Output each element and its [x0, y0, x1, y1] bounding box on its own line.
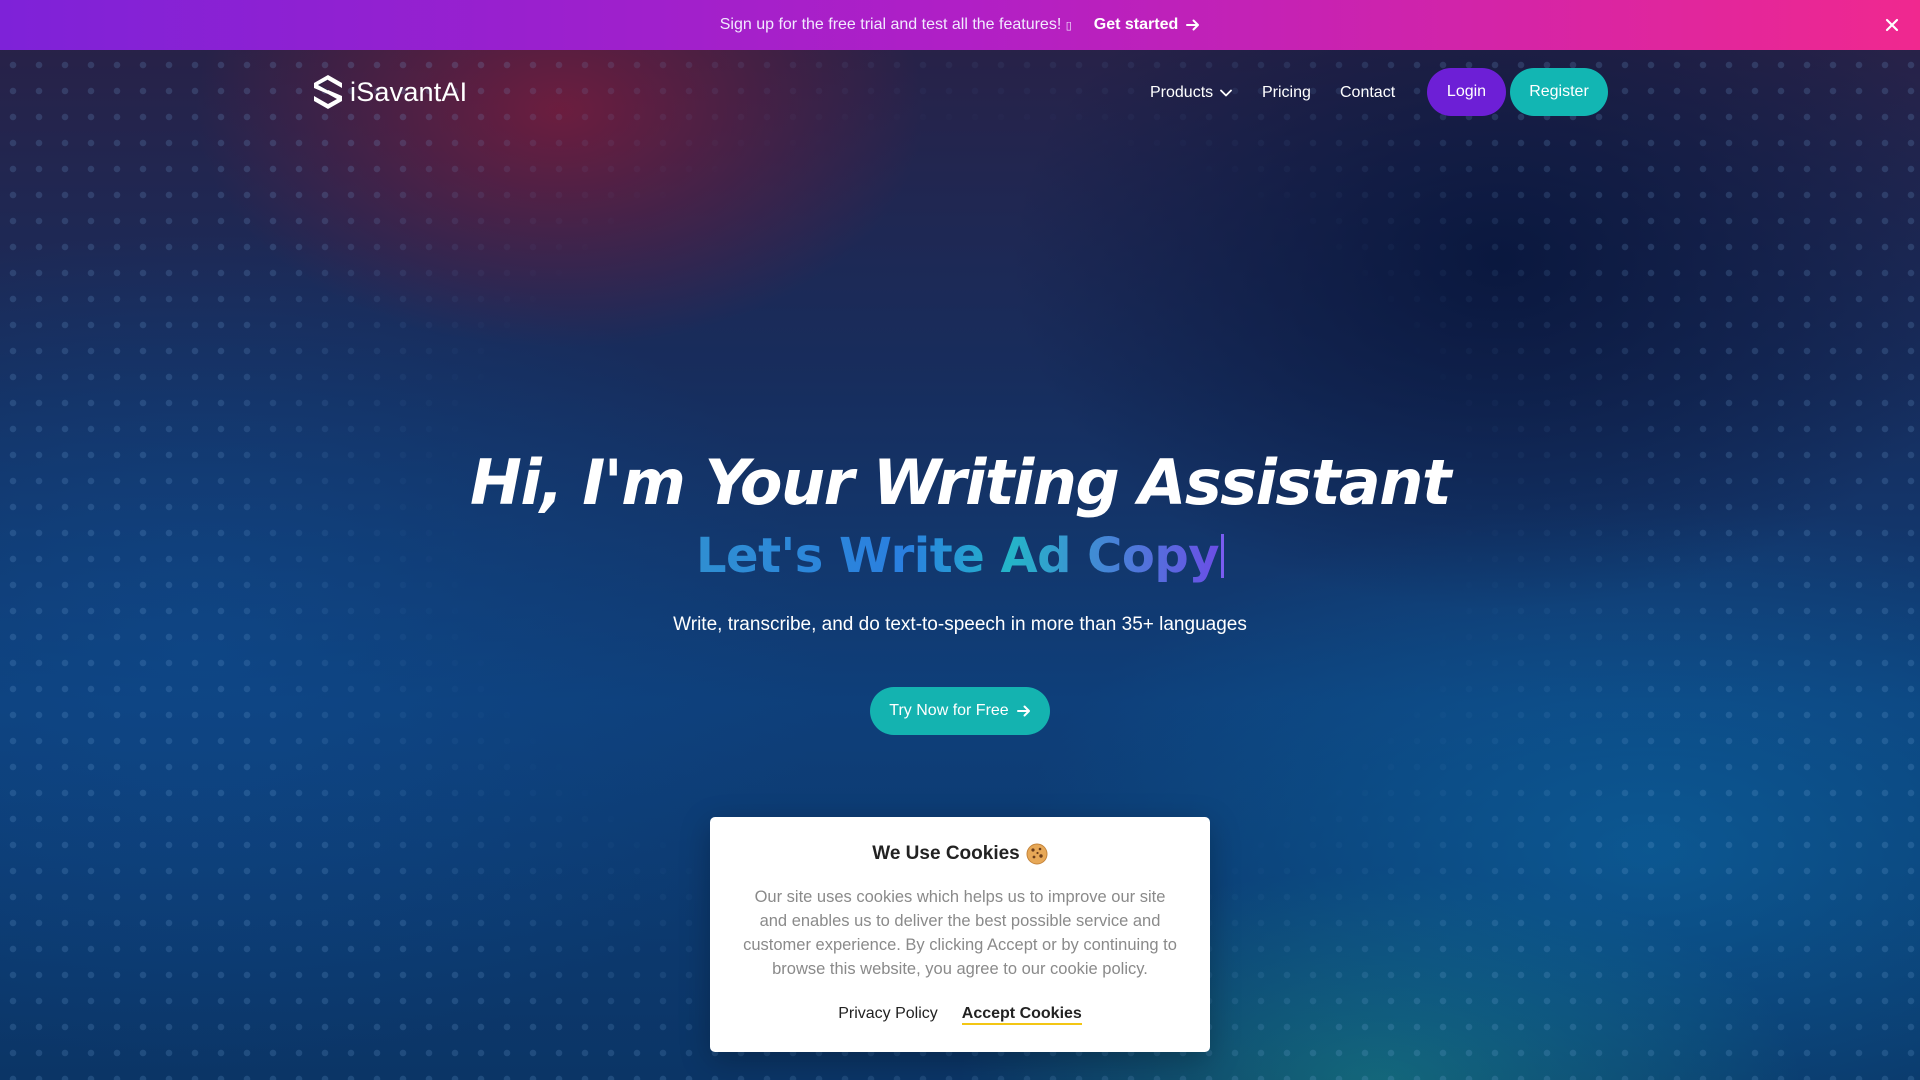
arrow-right-icon — [1186, 19, 1200, 31]
typed-text: Let's Write Ad Copy — [695, 528, 1220, 584]
cookie-actions: Privacy Policy Accept Cookies — [710, 1005, 1210, 1025]
savant-logo-icon — [314, 75, 342, 109]
promo-text: Sign up for the free trial and test all … — [719, 16, 1072, 33]
promo-banner: Sign up for the free trial and test all … — [0, 0, 1920, 50]
hero-description: Write, transcribe, and do text-to-speech… — [673, 614, 1247, 635]
accept-cookies-button[interactable]: Accept Cookies — [961, 1005, 1082, 1025]
arrow-right-icon — [1016, 705, 1030, 717]
try-now-label: Try Now for Free — [889, 702, 1009, 719]
cookie-icon — [1026, 843, 1048, 865]
try-now-button[interactable]: Try Now for Free — [870, 687, 1050, 735]
nav-products-label: Products — [1150, 84, 1214, 101]
cookie-title-text: We Use Cookies — [872, 843, 1020, 864]
chevron-down-icon — [1220, 89, 1233, 97]
nav-products[interactable]: Products — [1150, 84, 1233, 102]
top-navigation: iSavantAI Products Pricing Contact Login… — [0, 50, 1920, 134]
close-icon[interactable] — [1882, 15, 1902, 35]
cookie-title: We Use Cookies — [710, 843, 1210, 865]
cookie-consent-dialog: We Use Cookies Our site uses cookies whi… — [710, 817, 1210, 1052]
nav-contact[interactable]: Contact — [1340, 84, 1395, 102]
hero-typed-line: Let's Write Ad Copy — [0, 528, 1920, 584]
brand-name: iSavantAI — [350, 76, 468, 107]
get-started-link[interactable]: Get started — [1094, 16, 1200, 34]
privacy-policy-link[interactable]: Privacy Policy — [838, 1005, 938, 1025]
get-started-label: Get started — [1093, 16, 1179, 33]
hero-title: Hi, I'm Your Writing Assistant — [469, 446, 1452, 519]
login-button[interactable]: Login — [1427, 68, 1506, 116]
nav-pricing[interactable]: Pricing — [1262, 84, 1311, 102]
register-button[interactable]: Register — [1510, 68, 1608, 116]
brand-logo[interactable]: iSavantAI — [312, 74, 467, 110]
cookie-body: Our site uses cookies which helps us to … — [743, 888, 1177, 978]
typing-caret — [1221, 534, 1225, 578]
